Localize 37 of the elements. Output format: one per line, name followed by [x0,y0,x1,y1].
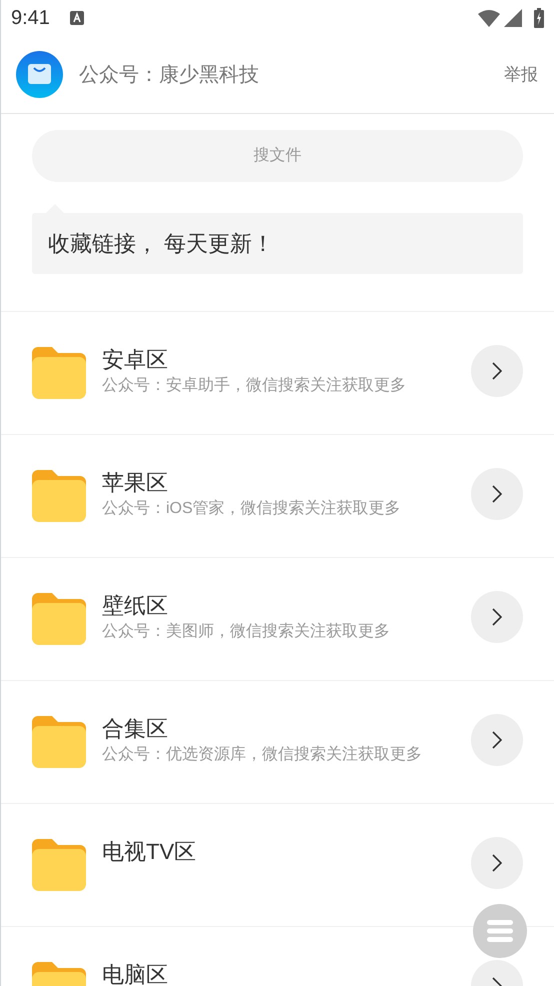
folder-title: 电视TV区 [102,838,198,866]
folder-title: 安卓区 [102,346,169,374]
wifi-icon [478,9,500,27]
status-time: 9:41 [11,6,50,31]
folder-icon [32,347,86,399]
battery-icon [534,8,544,28]
folder-subtitle: 公众号：美图师，微信搜索关注获取更多 [102,622,391,642]
search-field[interactable]: 搜文件 [32,130,523,182]
account-title: 公众号：康少黑科技 [79,62,259,88]
folder-icon [32,470,86,522]
folder-row[interactable]: 安卓区 公众号：安卓助手，微信搜索关注获取更多 [1,312,554,435]
folder-icon [32,716,86,768]
chevron-right-icon [492,485,502,503]
shopping-bag-logo [16,51,63,98]
chevron-right-icon [492,854,502,872]
keyboard-icon [70,11,84,25]
folder-title: 合集区 [102,715,169,743]
chevron-right-icon [492,362,502,380]
folder-row[interactable]: 壁纸区 公众号：美图师，微信搜索关注获取更多 [1,558,554,681]
folder-subtitle: 公众号：优选资源库，微信搜索关注获取更多 [102,744,423,765]
signal-icon [504,9,522,27]
folder-title: 苹果区 [102,469,169,497]
chevron-right-icon [492,731,502,749]
chevron-button[interactable] [471,714,523,766]
folder-row[interactable]: 苹果区 公众号：iOS管家，微信搜索关注获取更多 [1,435,554,558]
folder-title: 电脑区 [102,961,169,986]
menu-button[interactable] [473,904,527,958]
folder-title: 壁纸区 [102,592,169,620]
folder-subtitle: 公众号：iOS管家，微信搜索关注获取更多 [102,498,402,519]
folder-subtitle: 公众号：安卓助手，微信搜索关注获取更多 [102,376,407,396]
chevron-right-icon [492,608,502,626]
report-link[interactable]: 举报 [504,62,538,88]
folder-icon [32,839,86,891]
tip-text: 收藏链接， 每天更新！ [48,230,274,258]
folder-icon [32,593,86,645]
menu-icon [487,920,513,942]
folder-row[interactable]: 合集区 公众号：优选资源库，微信搜索关注获取更多 [1,681,554,804]
